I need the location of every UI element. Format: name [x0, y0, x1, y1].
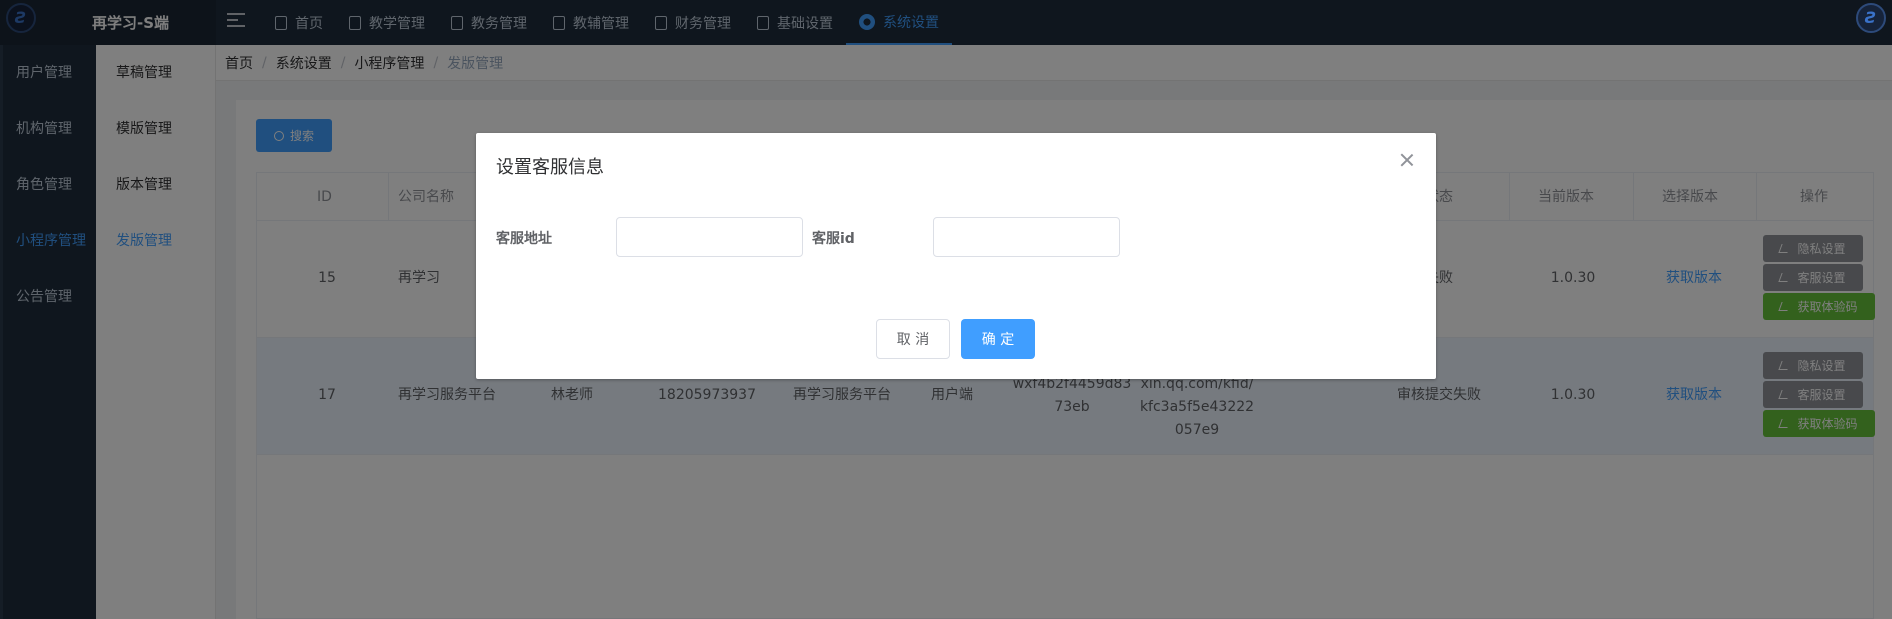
confirm-button[interactable]: 确 定 [961, 319, 1035, 359]
service-id-label: 客服id [812, 231, 855, 247]
cancel-button[interactable]: 取 消 [876, 319, 950, 359]
service-url-input[interactable] [616, 217, 803, 257]
user-avatar[interactable]: Ƨ [1856, 3, 1886, 33]
service-url-label: 客服地址 [496, 231, 552, 247]
service-id-input[interactable] [933, 217, 1120, 257]
customer-service-dialog: 设置客服信息 客服地址 客服id 取 消 确 定 [476, 133, 1436, 379]
dialog-title: 设置客服信息 [496, 157, 604, 178]
close-icon[interactable] [1400, 153, 1414, 167]
